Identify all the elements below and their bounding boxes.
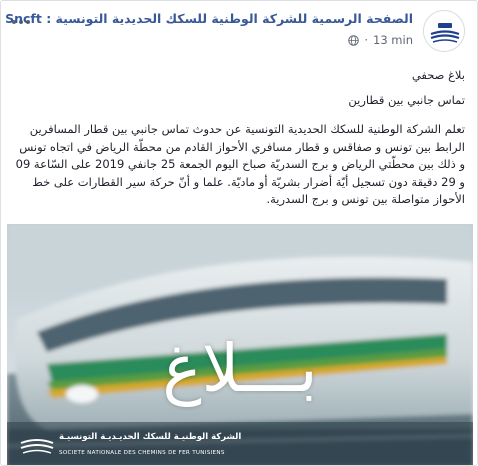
globe-icon[interactable] — [348, 34, 360, 46]
post-timestamp[interactable]: 13 min — [373, 33, 413, 47]
post-heading: بلاغ صحفي — [411, 68, 465, 82]
facebook-post: الصفحة الرسمية للشركة الوطنية للسكك الحد… — [0, 0, 478, 466]
page-avatar[interactable] — [423, 10, 465, 52]
logo-text-french: SOCIETE NATIONALE DES CHEMINS DE FER TUN… — [59, 450, 225, 456]
post-image[interactable]: بـــلاغ الشركة الوطنيـة للسكك الحديـديـة… — [7, 224, 473, 465]
post-text: بلاغ صحفي تماس جانبي بين قطارين تعلم الش… — [13, 67, 465, 221]
page-name-link[interactable]: الصفحة الرسمية للشركة الوطنية للسكك الحد… — [5, 11, 413, 26]
notice-caption: بـــلاغ — [162, 330, 318, 407]
sncft-logo-icon — [20, 439, 54, 454]
post-meta: · 13 min — [348, 33, 413, 47]
post-body: تعلم الشركة الوطنية للسكك الحديدية التون… — [15, 122, 465, 206]
logo-text-arabic: الشركة الوطنيـة للسكك الحديـديـة التونسي… — [59, 432, 242, 442]
post-subheading: تماس جانبي بين قطارين — [348, 92, 465, 107]
dot-separator: · — [364, 33, 369, 47]
